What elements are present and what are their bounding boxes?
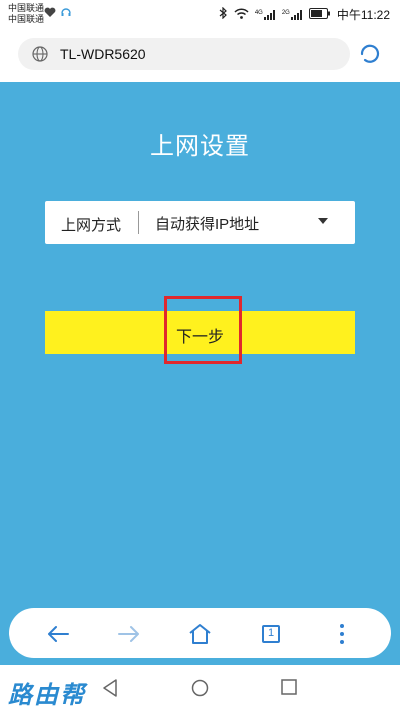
- nav-home-icon[interactable]: [191, 679, 209, 702]
- page-title: 上网设置: [150, 133, 250, 160]
- headset-icon: [60, 5, 72, 23]
- signal-icon-2: 2G: [281, 9, 303, 20]
- nav-recents-icon[interactable]: [281, 679, 297, 700]
- carrier-names: 中国联通 中国联通: [8, 3, 44, 25]
- signal-icon-1: 4G: [254, 9, 276, 20]
- connection-type-select[interactable]: 上网方式 自动获得IP地址: [45, 201, 355, 244]
- router-setup-page: 上网设置 上网方式 自动获得IP地址 下一步 1: [0, 82, 400, 665]
- status-right: 4G 2G 中午11:22: [219, 6, 390, 23]
- url-text: TL-WDR5620: [60, 46, 146, 62]
- more-menu-icon[interactable]: [329, 621, 355, 647]
- highlight-box: [164, 296, 242, 364]
- select-divider: [138, 211, 139, 234]
- browser-address-bar: TL-WDR5620: [0, 30, 400, 82]
- caret-down-icon: [318, 218, 328, 224]
- forward-arrow-icon[interactable]: [116, 621, 142, 647]
- globe-icon: [32, 46, 48, 67]
- browser-toolbar: 1: [9, 608, 391, 658]
- back-arrow-icon[interactable]: [45, 621, 71, 647]
- home-icon[interactable]: [187, 621, 213, 647]
- network-badge-2g: 2G: [281, 9, 290, 16]
- clock: 中午11:22: [336, 8, 390, 22]
- carrier-name-2: 中国联通: [8, 14, 45, 24]
- connection-type-label: 上网方式: [61, 217, 122, 234]
- heart-icon: [44, 5, 56, 23]
- carrier-name-1: 中国联通: [8, 3, 45, 13]
- nav-back-icon[interactable]: [102, 679, 118, 702]
- refresh-icon[interactable]: [358, 42, 382, 71]
- network-badge-4g: 4G: [254, 9, 263, 16]
- notification-icons: [44, 5, 72, 23]
- watermark-logo: 路由帮: [8, 680, 86, 709]
- url-field[interactable]: TL-WDR5620: [18, 38, 350, 70]
- tabs-icon[interactable]: 1: [258, 621, 284, 647]
- bluetooth-icon: [219, 6, 228, 22]
- wifi-icon: [234, 7, 249, 22]
- connection-type-value: 自动获得IP地址: [155, 216, 260, 233]
- tab-count: 1: [267, 627, 275, 639]
- battery-icon: [308, 7, 331, 22]
- status-bar: 中国联通 中国联通 4G 2G 中午11:22: [0, 0, 400, 30]
